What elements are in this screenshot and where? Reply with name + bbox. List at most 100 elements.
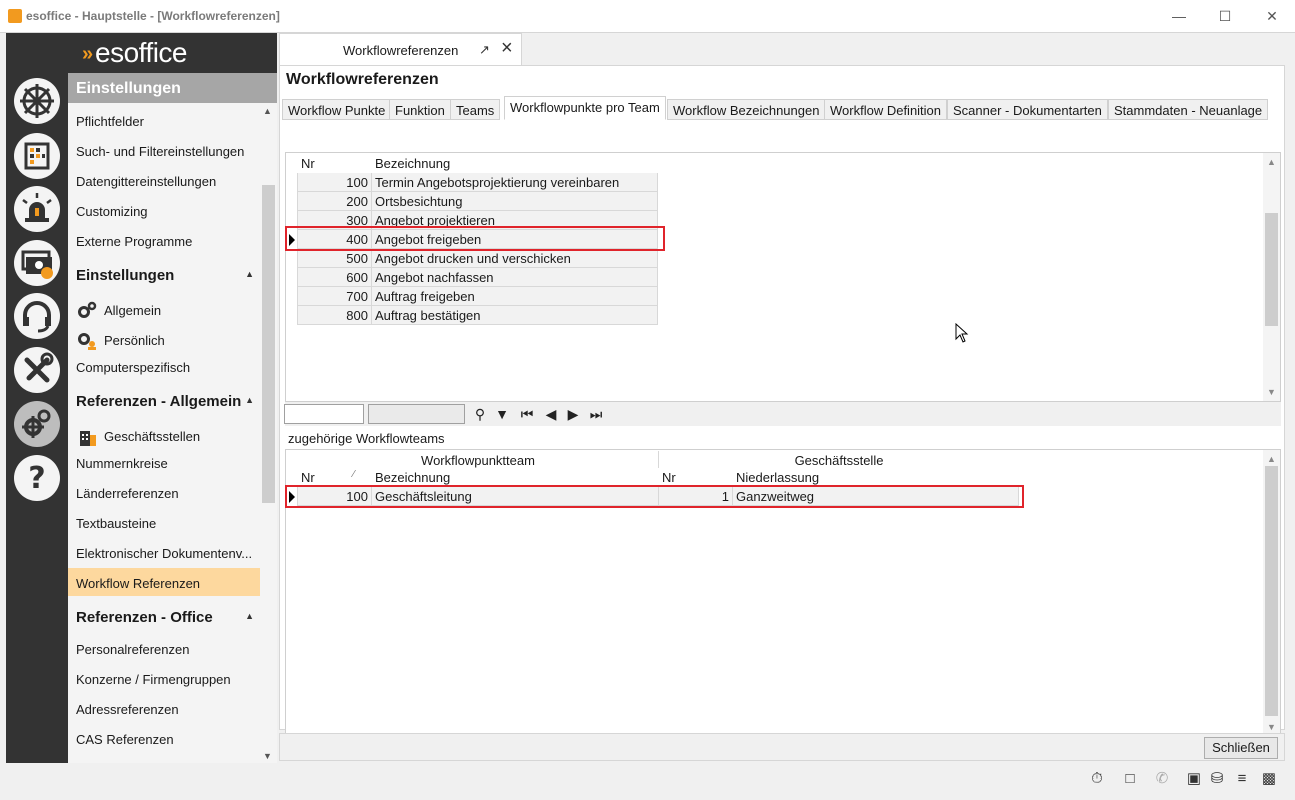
scroll-down-icon[interactable]: ▼	[1267, 722, 1276, 732]
sidebar-item-allgemein[interactable]: Allgemein	[68, 292, 260, 320]
help-icon[interactable]: ?	[14, 455, 60, 501]
database-icon[interactable]: ⛁	[1207, 769, 1227, 789]
tab-funktion[interactable]: Funktion	[389, 99, 451, 120]
cell-bezeichnung[interactable]: Angebot nachfassen	[372, 268, 658, 287]
content-panel: Workflowreferenzen Workflow Punkte Funkt…	[279, 65, 1285, 761]
row-indicator	[286, 249, 298, 268]
filter-field[interactable]	[368, 404, 465, 424]
sidebar-item-pflichtfelder[interactable]: Pflichtfelder	[68, 106, 260, 134]
sidebar-item-customizing[interactable]: Customizing	[68, 196, 260, 224]
svg-text:?: ?	[28, 461, 45, 496]
close-button[interactable]: Schließen	[1204, 737, 1278, 759]
scroll-up-icon[interactable]: ▲	[1267, 454, 1276, 464]
cell-nr[interactable]: 100	[298, 173, 372, 192]
sidebar-item-externe-programme[interactable]: Externe Programme	[68, 226, 260, 254]
cell-bezeichnung[interactable]: Angebot drucken und verschicken	[372, 249, 658, 268]
cell-nr[interactable]: 600	[298, 268, 372, 287]
grid1-scrollbar[interactable]: ▲ ▼	[1263, 153, 1280, 401]
minimize-button[interactable]: —	[1164, 6, 1194, 26]
phone-icon[interactable]: ✆	[1152, 769, 1172, 789]
sidebar-section-referenzen-office[interactable]: Referenzen - Office ▲	[68, 603, 260, 631]
section-label: Einstellungen	[76, 267, 175, 284]
section-label: Referenzen - Office	[76, 609, 213, 626]
main-area: Workflowreferenzen ↗ × Workflowreferenze…	[277, 33, 1295, 763]
tab-workflow-definition[interactable]: Workflow Definition	[824, 99, 948, 120]
cell-nr[interactable]: 500	[298, 249, 372, 268]
sidebar-item-computerspezifisch[interactable]: Computerspezifisch	[68, 352, 260, 380]
siren-icon[interactable]	[14, 186, 60, 232]
grid2-scrollbar[interactable]: ▲ ▼	[1263, 450, 1280, 736]
sidebar-scrollbar[interactable]: ▲ ▼	[260, 103, 277, 763]
first-record-icon[interactable]: ⏮	[516, 404, 538, 424]
sidebar-item-workflow-referenzen[interactable]: Workflow Referenzen	[68, 568, 260, 596]
tab-scanner-dokumentarten[interactable]: Scanner - Dokumentarten	[947, 99, 1108, 120]
maximize-button[interactable]: ☐	[1210, 6, 1240, 26]
cell-nr[interactable]: 800	[298, 306, 372, 325]
scrollbar-thumb[interactable]	[262, 185, 275, 503]
subheading-workflowteams: zugehörige Workflowteams	[288, 431, 445, 446]
filter-input[interactable]	[284, 404, 364, 424]
cell-bezeichnung[interactable]: Termin Angebotsprojektierung vereinbaren	[372, 173, 658, 192]
workflowteams-grid[interactable]: Workflowpunktteam Geschäftsstelle Nr ⁄ B…	[285, 449, 1281, 737]
cell-bezeichnung[interactable]: Auftrag bestätigen	[372, 306, 658, 325]
helm-icon[interactable]	[14, 78, 60, 124]
tools-icon[interactable]	[14, 347, 60, 393]
document-tab-label: Workflowreferenzen	[343, 43, 459, 58]
sidebar-item-konzerne[interactable]: Konzerne / Firmengruppen	[68, 664, 260, 692]
sidebar-item-personalreferenzen[interactable]: Personalreferenzen	[68, 634, 260, 662]
column-header-nr[interactable]: Nr	[298, 154, 372, 173]
status-bar: ⏱ □ ✆ ▣ ⛁ ≡ ▩	[0, 763, 1295, 800]
filter-icon[interactable]: ▼	[491, 404, 513, 424]
gear-user-icon	[76, 330, 98, 350]
close-window-button[interactable]: ✕	[1257, 6, 1287, 26]
prev-record-icon[interactable]: ◀	[540, 404, 562, 424]
sidebar-header: Einstellungen	[68, 73, 277, 103]
scroll-up-icon[interactable]: ▲	[263, 106, 272, 116]
headset-icon[interactable]	[14, 293, 60, 339]
tab-stammdaten-neuanlage[interactable]: Stammdaten - Neuanlage	[1108, 99, 1269, 120]
cell-nr[interactable]: 700	[298, 287, 372, 306]
tab-workflow-punkte[interactable]: Workflow Punkte	[282, 99, 392, 120]
cell-nr[interactable]: 200	[298, 192, 372, 211]
money-icon[interactable]	[14, 240, 60, 286]
sidebar-item-textbausteine[interactable]: Textbausteine	[68, 508, 260, 536]
cell-bezeichnung[interactable]: Auftrag freigeben	[372, 287, 658, 306]
scroll-down-icon[interactable]: ▼	[1267, 387, 1276, 397]
workflowpunkte-grid[interactable]: Nr Bezeichnung 100 Termin Angebotsprojekt…	[285, 152, 1281, 402]
sql-icon[interactable]: ▩	[1259, 769, 1279, 789]
scroll-up-icon[interactable]: ▲	[1267, 157, 1276, 167]
sidebar-item-persoenlich[interactable]: Persönlich	[68, 322, 260, 350]
sidebar-item-cas-referenzen[interactable]: CAS Referenzen	[68, 724, 260, 752]
building-icon[interactable]: □	[1120, 769, 1140, 789]
module-rail: ?	[6, 33, 68, 763]
cell-bezeichnung[interactable]: Ortsbesichtung	[372, 192, 658, 211]
settings-gears-icon[interactable]	[14, 401, 60, 447]
sidebar-item-geschaeftsstellen[interactable]: Geschäftsstellen	[68, 418, 260, 446]
sidebar-section-referenzen-allgemein[interactable]: Referenzen - Allgemein ▲	[68, 387, 260, 415]
stopwatch-icon[interactable]: ⏱	[1087, 769, 1107, 789]
sidebar-item-elektronischer-dokumentenv[interactable]: Elektronischer Dokumentenv...	[68, 538, 260, 566]
document-tab[interactable]: Workflowreferenzen ↗ ×	[279, 33, 522, 65]
scroll-down-icon[interactable]: ▼	[263, 751, 272, 761]
scrollbar-thumb[interactable]	[1265, 213, 1278, 326]
column-header-bezeichnung[interactable]: Bezeichnung	[372, 154, 658, 173]
last-record-icon[interactable]: ⏭	[585, 404, 607, 424]
list-arrow-icon[interactable]: ≡	[1232, 769, 1252, 789]
search-icon[interactable]: ⚲	[469, 404, 491, 424]
tab-teams[interactable]: Teams	[450, 99, 501, 120]
sidebar-item-suchfilter[interactable]: Such- und Filtereinstellungen	[68, 136, 260, 164]
scrollbar-thumb[interactable]	[1265, 466, 1278, 716]
sidebar-section-einstellungen[interactable]: Einstellungen ▲	[68, 261, 260, 289]
building-icon	[76, 426, 98, 446]
tab-workflowpunkte-pro-team[interactable]: Workflowpunkte pro Team	[504, 96, 666, 120]
popout-icon[interactable]: ↗	[479, 42, 490, 58]
close-tab-icon[interactable]: ×	[501, 37, 513, 60]
sidebar-item-nummernkreise[interactable]: Nummernkreise	[68, 448, 260, 476]
sidebar-item-laenderreferenzen[interactable]: Länderreferenzen	[68, 478, 260, 506]
tab-workflow-bezeichnungen[interactable]: Workflow Bezeichnungen	[667, 99, 826, 120]
next-record-icon[interactable]: ▶	[562, 404, 584, 424]
lock-icon[interactable]: ▣	[1184, 769, 1204, 789]
sidebar-item-adressreferenzen[interactable]: Adressreferenzen	[68, 694, 260, 722]
planner-grid-icon[interactable]	[14, 133, 60, 179]
sidebar-item-datengitter[interactable]: Datengittereinstellungen	[68, 166, 260, 194]
